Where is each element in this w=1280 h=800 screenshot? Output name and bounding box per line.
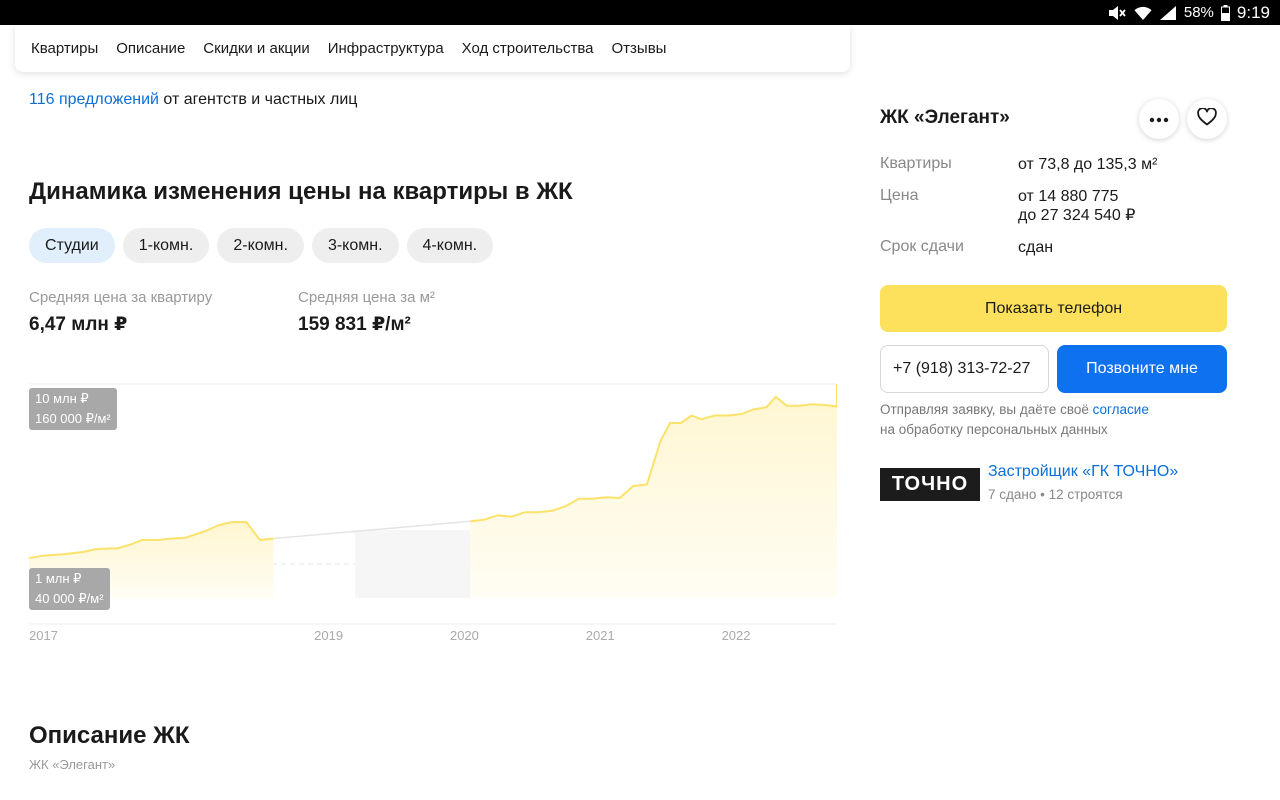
price-from: от 14 880 775 bbox=[1018, 188, 1119, 205]
mute-icon bbox=[1107, 5, 1127, 21]
consent-note: Отправляя заявку, вы даёте своё согласие… bbox=[880, 400, 1227, 440]
price-label: Цена bbox=[880, 187, 919, 204]
x-tick-label: 2021 bbox=[586, 628, 615, 643]
clock: 9:19 bbox=[1236, 2, 1270, 22]
developer-stats: 7 сдано • 12 строятся bbox=[988, 487, 1123, 502]
filter-1-room[interactable]: 1-комн. bbox=[122, 228, 210, 263]
developer-link[interactable]: Застройщик «ГК ТОЧНО» bbox=[988, 463, 1178, 481]
y-label-bottom: 1 млн ₽ 40 000 ₽/м² bbox=[29, 568, 110, 610]
section-tabs: Квартиры Описание Скидки и акции Инфраст… bbox=[15, 25, 850, 72]
filter-4-room[interactable]: 4-комн. bbox=[406, 228, 494, 263]
consent-tail: на обработку персональных данных bbox=[880, 422, 1108, 437]
consent-text: Отправляя заявку, вы даёте своё bbox=[880, 402, 1093, 417]
tab-description[interactable]: Описание bbox=[116, 40, 185, 57]
tab-discounts[interactable]: Скидки и акции bbox=[203, 40, 309, 57]
apartments-value: от 73,8 до 135,3 м² bbox=[1018, 156, 1158, 173]
more-dots-icon bbox=[1149, 110, 1169, 128]
more-button[interactable] bbox=[1139, 99, 1179, 139]
x-tick-label: 2019 bbox=[314, 628, 343, 643]
consent-link[interactable]: согласие bbox=[1093, 402, 1149, 417]
series-area-1 bbox=[470, 384, 837, 598]
tab-infrastructure[interactable]: Инфраструктура bbox=[328, 40, 444, 57]
filter-2-room[interactable]: 2-комн. bbox=[217, 228, 304, 263]
info-deadline: Срок сдачи сдан bbox=[880, 238, 1227, 258]
battery-icon bbox=[1220, 4, 1230, 21]
deadline-label: Срок сдачи bbox=[880, 238, 964, 255]
room-filter: Студии 1-комн. 2-комн. 3-комн. 4-комн. bbox=[29, 228, 494, 263]
apartments-label: Квартиры bbox=[880, 155, 952, 172]
price-dynamics-title: Динамика изменения цены на квартиры в ЖК bbox=[29, 178, 573, 205]
filter-studio[interactable]: Студии bbox=[29, 228, 115, 263]
price-chart[interactable]: 2017 2019 2020 2021 2022 10 млн ₽ 160 000 ₽/… bbox=[29, 370, 837, 660]
description-subtitle: ЖК «Элегант» bbox=[29, 757, 116, 772]
price-value: от 14 880 775 до 27 324 540 ₽ bbox=[1018, 187, 1135, 225]
deadline-value: сдан bbox=[1018, 239, 1054, 256]
avg-m2-stat: Средняя цена за м² 159 831 ₽/м² bbox=[298, 289, 435, 336]
y-label-top-m2: 160 000 ₽/м² bbox=[35, 411, 111, 426]
show-phone-button[interactable]: Показать телефон bbox=[880, 285, 1227, 332]
x-tick-label: 2022 bbox=[722, 628, 751, 643]
developer-logo[interactable]: ТОЧНО bbox=[880, 468, 980, 501]
gap-area bbox=[354, 530, 471, 598]
status-bar: 58% 9:19 bbox=[0, 0, 1280, 25]
price-chart-svg: 2017 2019 2020 2021 2022 bbox=[29, 383, 837, 643]
y-label-bottom-m2: 40 000 ₽/м² bbox=[35, 591, 104, 606]
avg-price-label: Средняя цена за квартиру bbox=[29, 289, 213, 306]
battery-percent: 58% bbox=[1183, 4, 1214, 21]
x-tick-label: 2017 bbox=[29, 628, 58, 643]
filter-3-room[interactable]: 3-комн. bbox=[311, 228, 399, 263]
avg-price-value: 6,47 млн ₽ bbox=[29, 314, 128, 335]
call-me-button[interactable]: Позвоните мне bbox=[1057, 345, 1227, 393]
y-label-bottom-price: 1 млн ₽ bbox=[35, 571, 82, 586]
tab-construction[interactable]: Ход строительства bbox=[462, 40, 594, 57]
avg-price-stat: Средняя цена за квартиру 6,47 млн ₽ bbox=[29, 289, 212, 336]
avg-m2-value: 159 831 ₽/м² bbox=[298, 314, 411, 335]
favorite-button[interactable] bbox=[1187, 99, 1227, 139]
avg-m2-label: Средняя цена за м² bbox=[298, 289, 435, 306]
tab-reviews[interactable]: Отзывы bbox=[612, 40, 667, 57]
wifi-icon bbox=[1134, 5, 1152, 21]
x-tick-label: 2020 bbox=[450, 628, 479, 643]
offers-text: от агентств и частных лиц bbox=[158, 91, 358, 108]
offers-link[interactable]: 116 предложений bbox=[29, 91, 159, 108]
tab-apartments[interactable]: Квартиры bbox=[31, 40, 98, 57]
complex-title: ЖК «Элегант» bbox=[880, 107, 1010, 128]
phone-input[interactable]: +7 (918) 313-72-27 bbox=[880, 345, 1049, 393]
info-price: Цена от 14 880 775 до 27 324 540 ₽ bbox=[880, 187, 1227, 227]
info-apartments: Квартиры от 73,8 до 135,3 м² bbox=[880, 155, 1227, 175]
signal-icon bbox=[1159, 5, 1177, 21]
heart-icon bbox=[1197, 106, 1217, 131]
y-label-top-price: 10 млн ₽ bbox=[35, 391, 89, 406]
offers-summary: 116 предложений от агентств и частных ли… bbox=[29, 91, 357, 109]
price-to: до 27 324 540 ₽ bbox=[1018, 207, 1136, 224]
y-label-top: 10 млн ₽ 160 000 ₽/м² bbox=[29, 388, 117, 430]
description-title: Описание ЖК bbox=[29, 722, 190, 749]
